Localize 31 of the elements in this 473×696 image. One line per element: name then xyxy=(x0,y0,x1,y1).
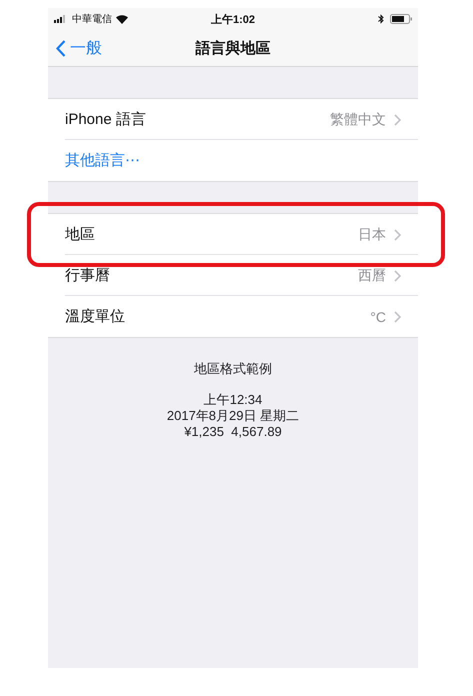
settings-row[interactable]: 溫度單位 °C xyxy=(48,296,418,337)
chevron-left-icon xyxy=(56,40,66,56)
carrier-name: 中華電信 xyxy=(72,12,112,26)
format-example-line: ¥1,235 4,567.89 xyxy=(184,424,282,440)
format-example-title: 地區格式範例 xyxy=(194,360,272,378)
row-label: iPhone 語言 xyxy=(65,110,147,129)
chevron-right-icon xyxy=(394,310,401,322)
row-value: 繁體中文 xyxy=(330,110,386,128)
status-time: 上午1:02 xyxy=(210,12,256,26)
row-link: 其他語言⋯ xyxy=(65,151,140,170)
page-title: 語言與地區 xyxy=(196,38,270,58)
back-button[interactable]: 一般 xyxy=(56,38,102,58)
chevron-right-icon xyxy=(394,270,401,282)
signal-icon xyxy=(54,15,68,23)
chevron-right-icon xyxy=(394,228,401,240)
settings-row[interactable]: 其他語言⋯ xyxy=(48,140,418,181)
format-example-line: 2017年8月29日 星期二 xyxy=(166,408,300,424)
format-example-line: 上午12:34 xyxy=(204,392,262,408)
bluetooth-icon xyxy=(378,14,384,24)
settings-row[interactable]: 地區 日本 xyxy=(48,214,418,255)
row-value: °C xyxy=(370,308,386,324)
battery-icon xyxy=(390,14,412,24)
row-label: 行事曆 xyxy=(65,266,111,285)
settings-row[interactable]: 行事曆 西曆 xyxy=(48,255,418,296)
row-value: 日本 xyxy=(358,226,386,244)
row-value: 西曆 xyxy=(358,266,386,284)
row-label: 溫度單位 xyxy=(65,307,126,326)
chevron-right-icon xyxy=(394,114,401,126)
settings-row[interactable]: iPhone 語言 繁體中文 xyxy=(48,99,418,140)
wifi-icon xyxy=(116,14,128,24)
row-label: 地區 xyxy=(65,225,96,244)
